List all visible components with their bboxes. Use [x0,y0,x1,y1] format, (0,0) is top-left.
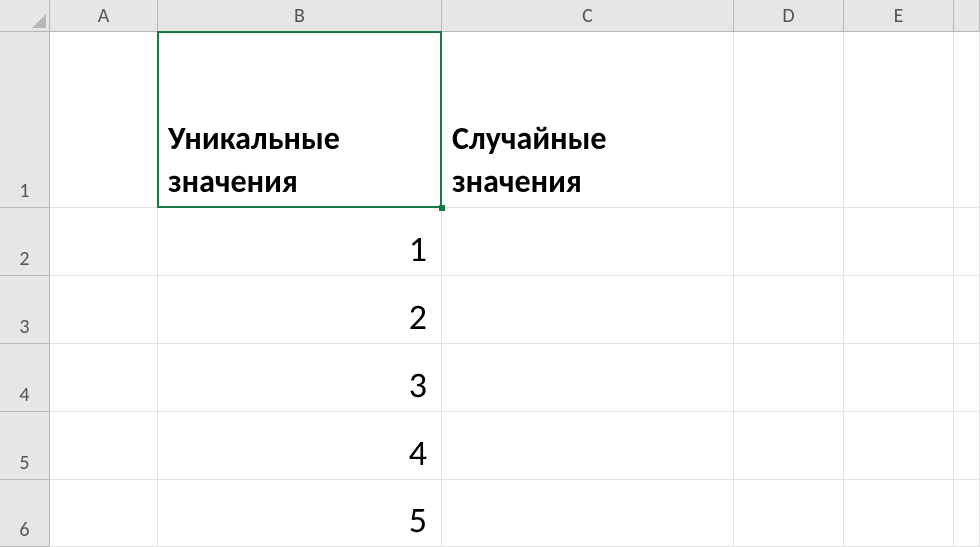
cell-a4[interactable] [50,344,158,412]
cell-e4[interactable] [844,344,954,412]
col-header-c[interactable]: C [442,0,734,32]
cell-d3[interactable] [734,276,844,344]
cell-f2-partial[interactable] [954,208,980,276]
cell-e6[interactable] [844,480,954,547]
cell-d6[interactable] [734,480,844,547]
cell-e3[interactable] [844,276,954,344]
cell-f5-partial[interactable] [954,412,980,480]
row-header-3[interactable]: 3 [0,276,50,344]
cell-f6-partial[interactable] [954,480,980,547]
cell-a6[interactable] [50,480,158,547]
col-header-d[interactable]: D [734,0,844,32]
cell-d1[interactable] [734,32,844,208]
cell-c1[interactable]: Случайные значения [442,32,734,208]
row-header-1[interactable]: 1 [0,32,50,208]
cell-d5[interactable] [734,412,844,480]
cell-e2[interactable] [844,208,954,276]
cell-f4-partial[interactable] [954,344,980,412]
col-header-e[interactable]: E [844,0,954,32]
cell-e5[interactable] [844,412,954,480]
row-header-6[interactable]: 6 [0,480,50,547]
cell-c5[interactable] [442,412,734,480]
cell-a1[interactable] [50,32,158,208]
col-header-b[interactable]: B [158,0,442,32]
cell-a5[interactable] [50,412,158,480]
cell-a2[interactable] [50,208,158,276]
selection-fill-handle[interactable] [439,205,445,211]
cell-b3[interactable]: 2 [158,276,442,344]
cell-b1[interactable]: Уникальные значения [158,32,442,208]
row-header-2[interactable]: 2 [0,208,50,276]
cell-b5[interactable]: 4 [158,412,442,480]
col-header-a[interactable]: A [50,0,158,32]
cell-b6[interactable]: 5 [158,480,442,547]
cell-c2[interactable] [442,208,734,276]
col-header-overflow[interactable] [954,0,980,32]
row-header-5[interactable]: 5 [0,412,50,480]
cell-e1[interactable] [844,32,954,208]
cell-b4[interactable]: 3 [158,344,442,412]
cell-b2[interactable]: 1 [158,208,442,276]
cell-c4[interactable] [442,344,734,412]
cell-d2[interactable] [734,208,844,276]
cell-d4[interactable] [734,344,844,412]
spreadsheet-grid: A B C D E 1 Уникальные значения Случайны… [0,0,980,547]
select-all-corner[interactable] [0,0,50,32]
cell-c6[interactable] [442,480,734,547]
row-header-4[interactable]: 4 [0,344,50,412]
cell-a3[interactable] [50,276,158,344]
cell-c3[interactable] [442,276,734,344]
cell-f3-partial[interactable] [954,276,980,344]
select-all-triangle-icon [32,14,46,28]
cell-f1-partial[interactable] [954,32,980,208]
